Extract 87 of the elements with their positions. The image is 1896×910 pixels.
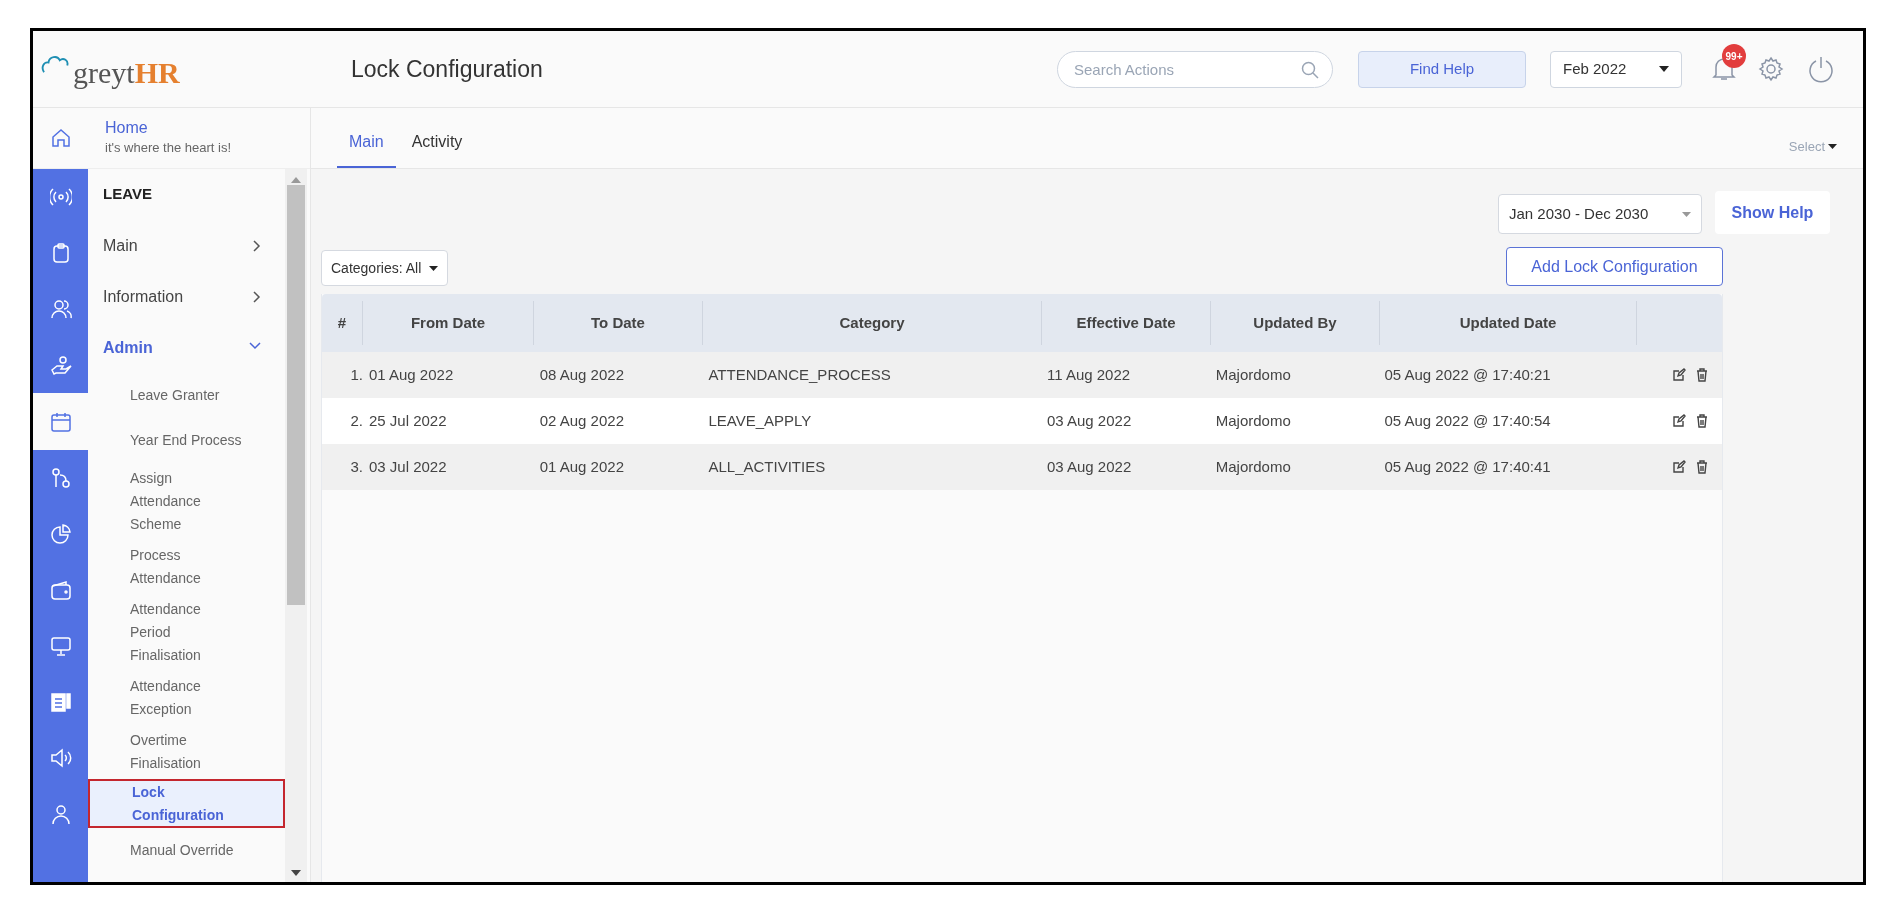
delete-icon[interactable] [1696,414,1708,428]
document-icon [49,691,72,713]
menu-item[interactable]: Attendance Exception [88,671,285,725]
search-icon [1301,60,1319,79]
month-dropdown[interactable]: Feb 2022 [1550,50,1682,88]
menu-item[interactable]: Lock Configuration [88,779,285,828]
tab[interactable]: Activity [399,118,475,168]
branch-icon [49,467,72,489]
column-header[interactable]: Updated By [1211,301,1380,345]
caret-icon [429,265,439,271]
date-range-dropdown[interactable]: Jan 2030 - Dec 2030 [1498,194,1702,234]
menu-item[interactable]: Overtime Finalisation [88,725,285,779]
table-cell-text: 1. [349,364,363,385]
chevron-right-icon [253,239,261,252]
logo-text: greyt [73,54,135,91]
logo-text: HR [134,54,180,91]
table-cell-text: Majordomo [1214,410,1292,431]
column-header[interactable]: # [322,301,363,345]
menu-group[interactable]: Main [88,220,285,271]
table-cell-text: 03 Jul 2022 [367,456,448,477]
scroll-down-icon[interactable] [291,870,301,876]
notification-badge: 99+ [1722,44,1746,68]
table-cell-text: 3. [349,456,363,477]
power-icon[interactable] [1807,55,1835,83]
table-cell-text: LEAVE_APPLY [707,410,813,431]
speaker-icon [49,747,72,769]
menu-group[interactable]: Admin [88,322,285,373]
page-title: Lock Configuration [351,54,543,84]
broadcast-icon [49,186,72,208]
table-cell-text: 01 Aug 2022 [367,364,455,385]
home-subtitle: it's where the heart is! [105,139,232,158]
chevron-right-icon [253,290,261,303]
sidebar-nav-button[interactable] [33,393,88,450]
hand-icon [49,354,72,376]
home-icon [49,127,72,149]
add-lock-configuration-button[interactable]: Add Lock Configuration [1506,247,1723,286]
table-cell-text: 08 Aug 2022 [538,364,625,385]
table-cell-text: Majordomo [1214,456,1292,477]
section-heading: LEAVE [102,184,153,205]
edit-icon[interactable] [1672,460,1686,474]
menu-item[interactable]: Leave Granter [88,373,285,418]
table-cell-text: ATTENDANCE_PROCESS [707,364,892,385]
wallet-icon [49,579,72,601]
user-icon [49,803,72,825]
menu-group[interactable]: Information [88,271,285,322]
menu-item[interactable]: Process Attendance [88,540,285,594]
monitor-icon [49,635,72,657]
table-cell-text: 05 Aug 2022 @ 17:40:21 [1383,364,1552,385]
caret-icon [1828,143,1837,149]
table-cell-text: 05 Aug 2022 @ 17:40:41 [1383,456,1552,477]
scrollbar[interactable] [285,169,307,882]
column-header[interactable]: To Date [534,301,703,345]
users-icon [49,298,72,320]
caret-icon [1659,66,1669,72]
edit-icon[interactable] [1672,414,1686,428]
categories-filter[interactable]: Categories: All [321,250,449,286]
column-header[interactable]: Updated Date [1380,301,1637,345]
search-field[interactable]: Search Actions [1057,50,1333,88]
column-header[interactable]: Category [703,301,1042,345]
menu-item[interactable]: Attendance Period Finalisation [88,594,285,671]
edit-icon[interactable] [1672,368,1686,382]
scroll-up-icon[interactable] [291,177,301,183]
table-cell-text: ALL_ACTIVITIES [707,456,827,477]
table-cell-text: Majordomo [1214,364,1292,385]
caret-icon [1682,211,1691,217]
column-header[interactable]: From Date [363,301,534,345]
delete-icon[interactable] [1696,368,1708,382]
table-cell-text: 03 Aug 2022 [1045,456,1133,477]
delete-icon[interactable] [1696,460,1708,474]
table-cell-text: 01 Aug 2022 [538,456,625,477]
column-header[interactable]: Effective Date [1042,301,1211,345]
menu-item[interactable]: Assign Attendance Scheme [88,463,285,540]
table-cell-text: 05 Aug 2022 @ 17:40:54 [1383,410,1552,431]
scrollbar-thumb[interactable] [287,185,305,605]
table-cell-text: 11 Aug 2022 [1045,364,1132,385]
menu-item[interactable]: Year End Process [88,418,285,463]
table-cell-text: 02 Aug 2022 [538,410,625,431]
menu-item[interactable]: Manual Override [88,828,285,873]
home-link[interactable]: Home [105,118,232,139]
show-help-button[interactable]: Show Help [1715,191,1830,234]
pie-chart-icon [49,523,72,545]
calendar-icon [49,410,72,433]
find-help-button[interactable]: Find Help [1358,50,1526,88]
table-cell-text: 2. [349,410,363,431]
table-cell-text: 03 Aug 2022 [1045,410,1133,431]
settings-icon[interactable] [1758,56,1784,82]
table-cell-text: 25 Jul 2022 [367,410,448,431]
